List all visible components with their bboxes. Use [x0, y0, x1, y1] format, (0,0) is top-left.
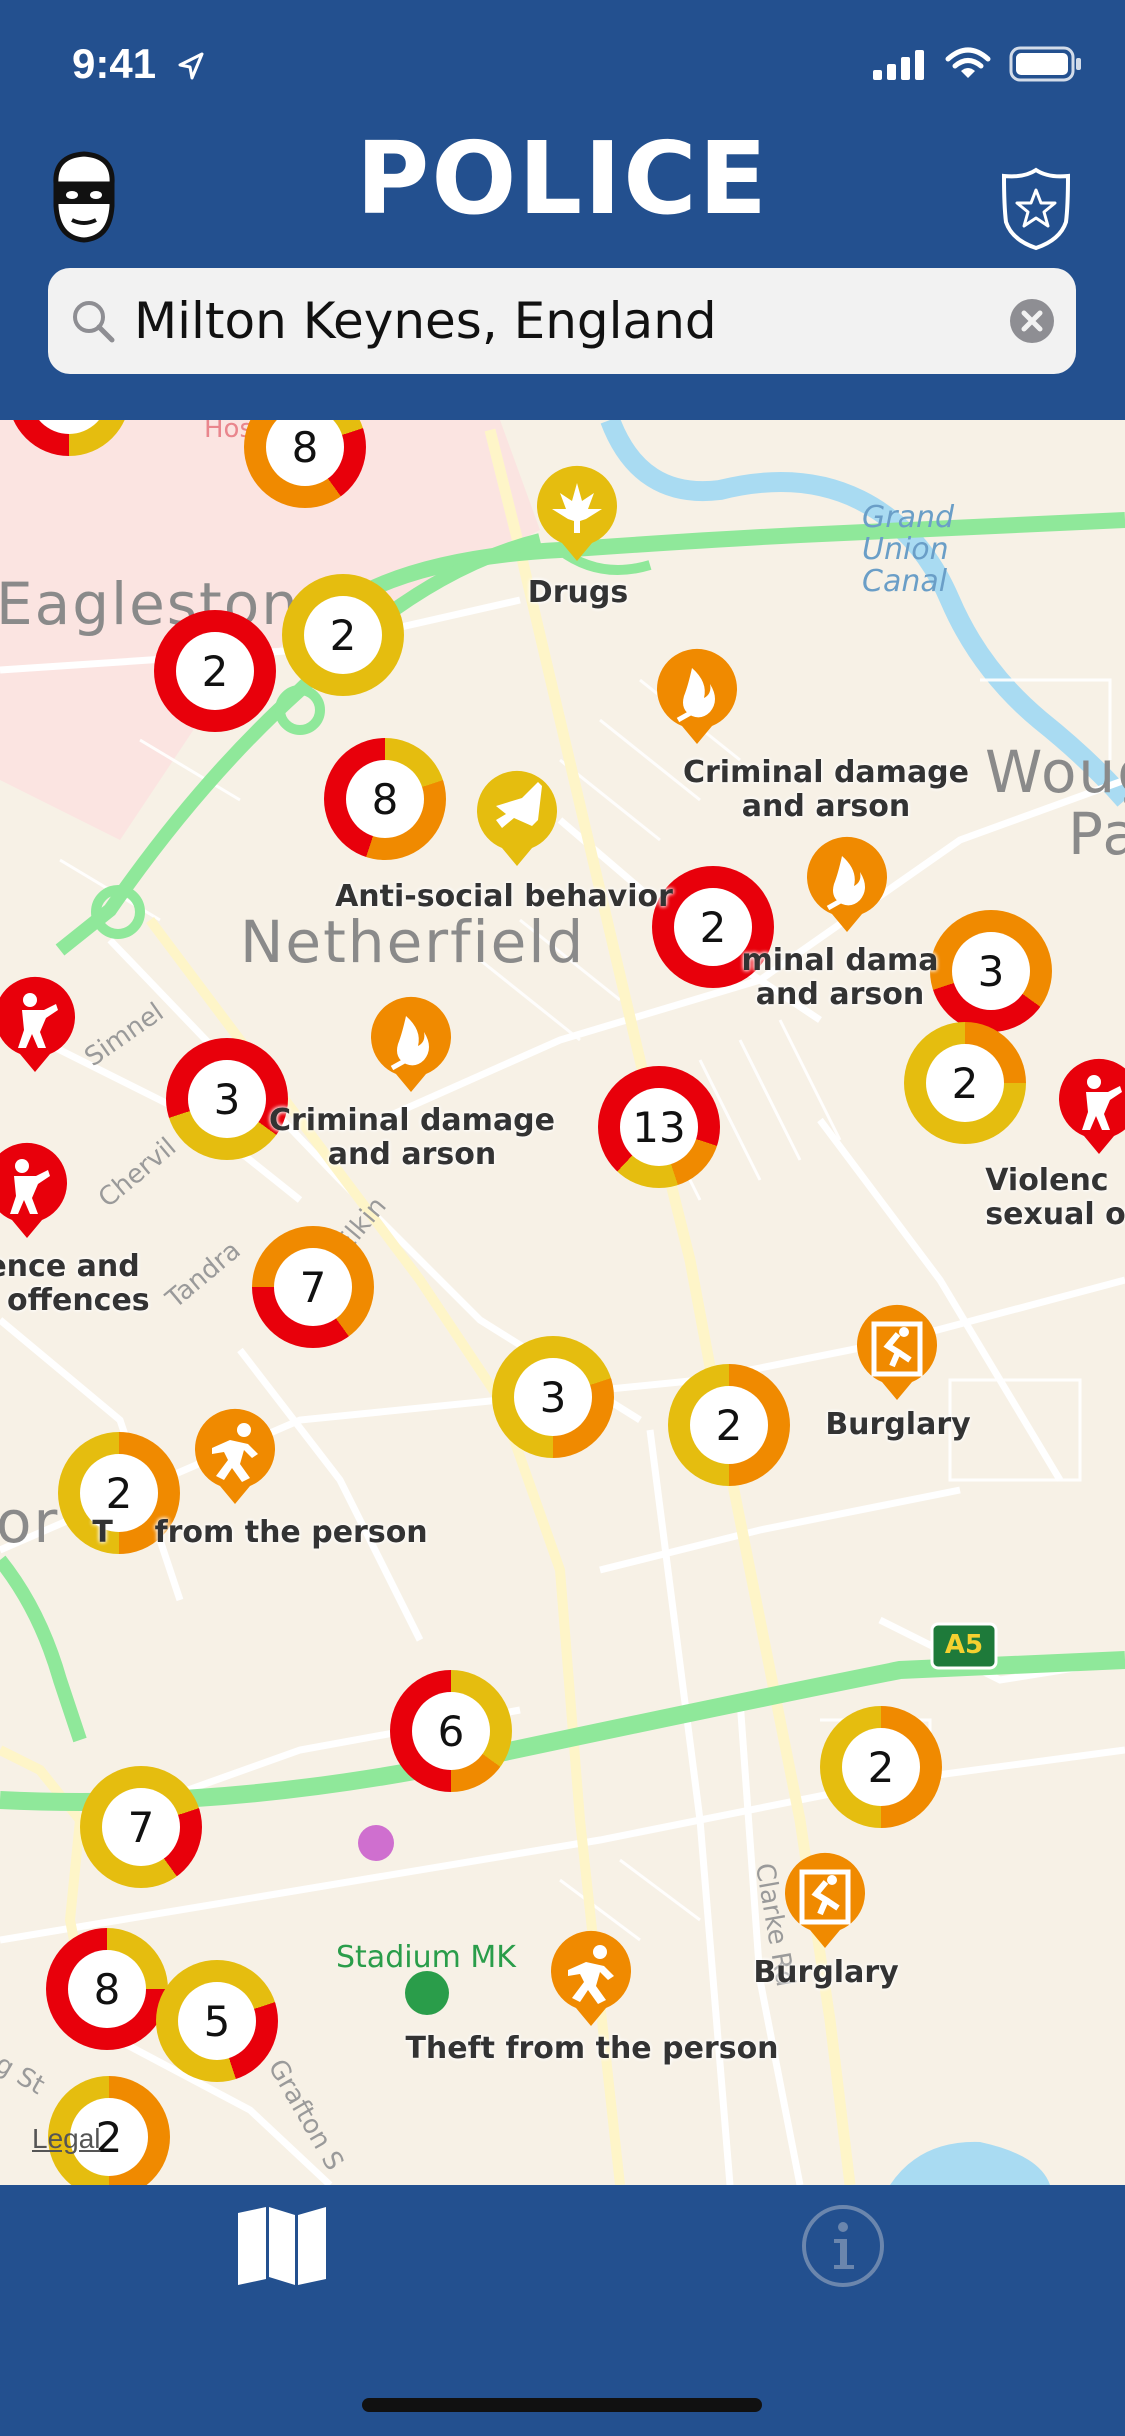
crime-cluster[interactable]: 7	[252, 1226, 374, 1348]
crime-cluster[interactable]: 6	[390, 1670, 512, 1792]
crime-cluster[interactable]: 8	[46, 1928, 168, 2050]
running-thief-icon[interactable]	[546, 1930, 636, 2030]
pin-label-violence: Violenc sexual of	[985, 1163, 1125, 1232]
search-icon	[73, 301, 115, 343]
violence-icon[interactable]	[0, 1142, 72, 1242]
violence-icon[interactable]	[0, 976, 80, 1076]
pin-label-drugs: Drugs	[527, 575, 629, 610]
crime-cluster[interactable]: 7	[80, 1766, 202, 1888]
crime-cluster[interactable]: 2	[154, 610, 276, 732]
crime-cluster[interactable]: 5	[156, 1960, 278, 2082]
pin-label-anti-social: Anti-social behavior	[335, 879, 673, 914]
pin-label-violence: ence and l offences	[0, 1249, 150, 1318]
pin-label-theft: T from the person	[92, 1515, 428, 1550]
crime-cluster[interactable]: 13	[598, 1066, 720, 1188]
app-header: 9:41 POLICE Milton Keynes, England	[0, 0, 1125, 420]
crime-cluster[interactable]: 2	[668, 1364, 790, 1486]
pin-label-burglary: Burglary	[753, 1955, 899, 1990]
home-indicator	[362, 2398, 762, 2412]
info-icon[interactable]	[800, 2203, 886, 2289]
crime-cluster[interactable]: 3	[930, 910, 1052, 1032]
burglary-icon[interactable]	[852, 1304, 942, 1404]
area-label-or: or	[0, 1488, 60, 1556]
location-arrow-icon	[178, 52, 204, 80]
crime-cluster[interactable]: 2	[282, 574, 404, 696]
crime-cluster[interactable]: 2	[820, 1706, 942, 1828]
pin-label-criminal-damage: minal dama and arson	[741, 943, 939, 1012]
crime-cluster[interactable]: 8	[324, 738, 446, 860]
search-bar[interactable]: Milton Keynes, England	[48, 268, 1076, 374]
poi-label-stadium-mk: Stadium MK	[336, 1940, 516, 1975]
flame-icon[interactable]	[652, 648, 742, 748]
crime-cluster[interactable]: 2	[904, 1022, 1026, 1144]
police-badge-icon[interactable]	[996, 166, 1076, 257]
search-input[interactable]: Milton Keynes, England	[134, 292, 1008, 350]
road-badge-a5: A5	[944, 1630, 984, 1660]
crime-cluster[interactable]: 3	[492, 1336, 614, 1458]
pin-label-burglary: Burglary	[825, 1407, 971, 1442]
canal-label: Grand Union Canal	[862, 500, 955, 599]
page-title: POLICE	[356, 120, 769, 237]
legal-link[interactable]: Legal	[32, 2123, 101, 2155]
clear-search-icon[interactable]	[1008, 297, 1056, 345]
area-label-wough: Wough	[985, 738, 1125, 806]
area-label-netherfield: Netherfield	[240, 908, 586, 976]
area-label-pa: Pa	[1068, 800, 1125, 868]
pin-label-criminal-damage: Criminal damage and arson	[268, 1103, 556, 1172]
crime-map[interactable]: A5 Eaglestone Netherfield Wough Pa or Gr…	[0, 420, 1125, 2185]
map-icon[interactable]	[236, 2205, 328, 2287]
megaphone-icon[interactable]	[472, 770, 562, 870]
pin-label-theft: Theft from the person	[405, 2031, 779, 2066]
wifi-icon	[945, 47, 991, 78]
pin-label-criminal-damage: Criminal damage and arson	[682, 755, 970, 824]
flame-icon[interactable]	[366, 996, 456, 1096]
violence-icon[interactable]	[1054, 1058, 1125, 1158]
status-indicators	[873, 46, 1083, 82]
flame-icon[interactable]	[802, 836, 892, 936]
signal-icon	[873, 50, 924, 80]
leaf-icon[interactable]	[532, 465, 622, 565]
burglary-icon[interactable]	[780, 1852, 870, 1952]
running-thief-icon[interactable]	[190, 1408, 280, 1508]
status-time: 9:41	[72, 40, 157, 87]
battery-icon	[1009, 46, 1081, 82]
